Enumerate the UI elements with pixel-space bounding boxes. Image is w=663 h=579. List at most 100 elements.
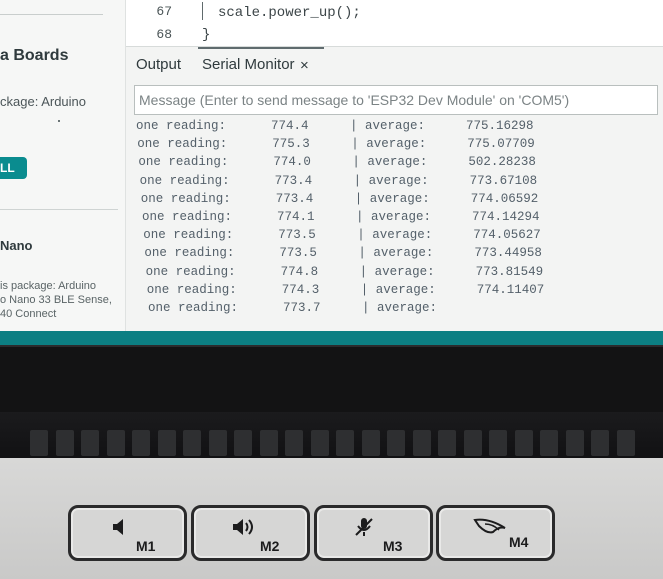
average-label: | average: xyxy=(351,137,427,152)
average-value: 774.05627 xyxy=(473,228,541,243)
serial-output: one reading: 774.4 | average: 775.16298 one … xyxy=(136,119,656,343)
average-value: 774.11407 xyxy=(476,282,545,297)
board-description-line: o Nano 33 BLE Sense, xyxy=(0,294,112,306)
boards-manager-sidebar: a Boards ckage: Arduino LL Nano is packa… xyxy=(0,0,126,345)
board-package-author: ckage: Arduino xyxy=(0,94,87,109)
serial-label: one reading: xyxy=(137,137,228,152)
active-tab-indicator xyxy=(198,47,324,49)
serial-label: one reading: xyxy=(145,264,236,279)
reading-value: 774.0 xyxy=(273,155,311,170)
average-value: 773.67108 xyxy=(469,173,538,188)
hinge-vent xyxy=(30,430,48,456)
average-value: 773.44958 xyxy=(474,246,542,261)
hinge-vent xyxy=(157,430,176,456)
bottom-panel: Output Serial Monitor × one reading: 774.… xyxy=(126,46,663,345)
serial-label: one reading: xyxy=(148,301,239,315)
key-label: M4 xyxy=(509,534,529,550)
hinge-vent xyxy=(616,430,635,456)
reading-value: 774.4 xyxy=(271,119,309,133)
hinge-vent xyxy=(565,430,584,456)
hinge-vent xyxy=(361,430,380,456)
serial-label: one reading: xyxy=(136,119,227,133)
reading-value: 774.3 xyxy=(281,282,320,297)
key-label: M2 xyxy=(260,538,280,554)
hinge-vent xyxy=(463,430,482,456)
code-editor[interactable]: 67 scale.power_up(); 68 } xyxy=(126,0,663,50)
board-name: Nano xyxy=(0,238,33,253)
key-label: M1 xyxy=(136,538,156,554)
panel-tabs: Output Serial Monitor × xyxy=(126,47,663,85)
sidebar-divider xyxy=(0,14,103,15)
reading-value: 774.8 xyxy=(280,264,319,279)
hinge-vent xyxy=(387,430,405,456)
average-label: | average: xyxy=(362,301,438,315)
macro-key-m2[interactable]: M2 xyxy=(191,505,310,561)
macro-key-m1[interactable]: M1 xyxy=(68,505,187,561)
serial-label: one reading: xyxy=(144,246,235,261)
serial-label: one reading: xyxy=(138,155,229,170)
average-value: 774.06592 xyxy=(470,191,539,206)
sidebar-title: a Boards xyxy=(0,47,69,64)
message-input[interactable] xyxy=(135,86,657,114)
board-description-line: 40 Connect xyxy=(0,308,57,320)
average-value: 774.14294 xyxy=(472,210,540,224)
reading-value: 773.7 xyxy=(283,301,321,315)
speaker-volume-icon xyxy=(233,519,253,535)
hinge-vent xyxy=(412,430,431,456)
hinge-vent xyxy=(106,430,125,456)
speaker-mute-icon xyxy=(113,519,123,535)
average-value: 775.16298 xyxy=(466,119,534,133)
code-line[interactable]: } xyxy=(202,27,210,43)
average-label: | average: xyxy=(356,210,432,224)
reading-value: 774.1 xyxy=(277,210,315,224)
average-value: 773.81549 xyxy=(475,264,544,279)
board-description: is package: Arduino o Nano 33 BLE Sense,… xyxy=(0,279,112,321)
average-label: | average: xyxy=(360,282,436,297)
hinge-vent xyxy=(208,430,227,456)
tab-output[interactable]: Output xyxy=(136,56,181,73)
reading-value: 773.4 xyxy=(274,173,313,188)
serial-label: one reading: xyxy=(143,228,234,243)
macro-key-m4[interactable]: M4 xyxy=(436,505,555,561)
serial-message-field[interactable] xyxy=(134,85,658,115)
average-label: | average: xyxy=(357,228,433,243)
mic-mute-icon xyxy=(355,518,373,536)
install-button[interactable]: LL xyxy=(0,157,27,179)
hinge-vent xyxy=(81,430,99,456)
average-label: | average: xyxy=(352,155,428,170)
hinge-vent xyxy=(489,430,507,456)
hinge-vent xyxy=(285,430,303,456)
reading-value: 775.3 xyxy=(272,137,310,152)
hinge-vents xyxy=(30,430,640,460)
reading-value: 773.4 xyxy=(275,191,314,206)
fold-guide xyxy=(202,2,203,20)
serial-label: one reading: xyxy=(140,191,231,206)
rog-logo-icon xyxy=(473,518,506,534)
tab-serial-monitor[interactable]: Serial Monitor xyxy=(202,56,295,73)
reading-value: 773.5 xyxy=(278,228,316,243)
serial-label: one reading: xyxy=(146,282,237,297)
average-value: 775.07709 xyxy=(467,137,535,152)
sidebar-divider xyxy=(0,209,118,210)
arduino-ide-window: a Boards ckage: Arduino LL Nano is packa… xyxy=(0,0,663,345)
close-icon[interactable]: × xyxy=(300,57,309,74)
hinge-vent xyxy=(514,430,533,456)
hinge-vent xyxy=(234,430,252,456)
average-label: | average: xyxy=(359,264,435,279)
average-label: | average: xyxy=(350,119,426,133)
hinge-vent xyxy=(259,430,278,456)
hinge-vent xyxy=(310,430,329,456)
dropdown-dot xyxy=(58,120,60,122)
status-bar xyxy=(0,331,663,345)
reading-value: 773.5 xyxy=(279,246,317,261)
hinge-vent xyxy=(183,430,201,456)
screen-bezel xyxy=(0,347,663,422)
macro-key-m3[interactable]: M3 xyxy=(314,505,433,561)
code-line[interactable]: scale.power_up(); xyxy=(218,5,361,21)
board-description-line: is package: Arduino xyxy=(0,280,97,292)
average-label: | average: xyxy=(358,246,434,261)
hinge-vent xyxy=(132,430,150,456)
average-label: | average: xyxy=(353,173,429,188)
average-value: 502.28238 xyxy=(468,155,536,170)
key-label: M3 xyxy=(383,538,403,554)
